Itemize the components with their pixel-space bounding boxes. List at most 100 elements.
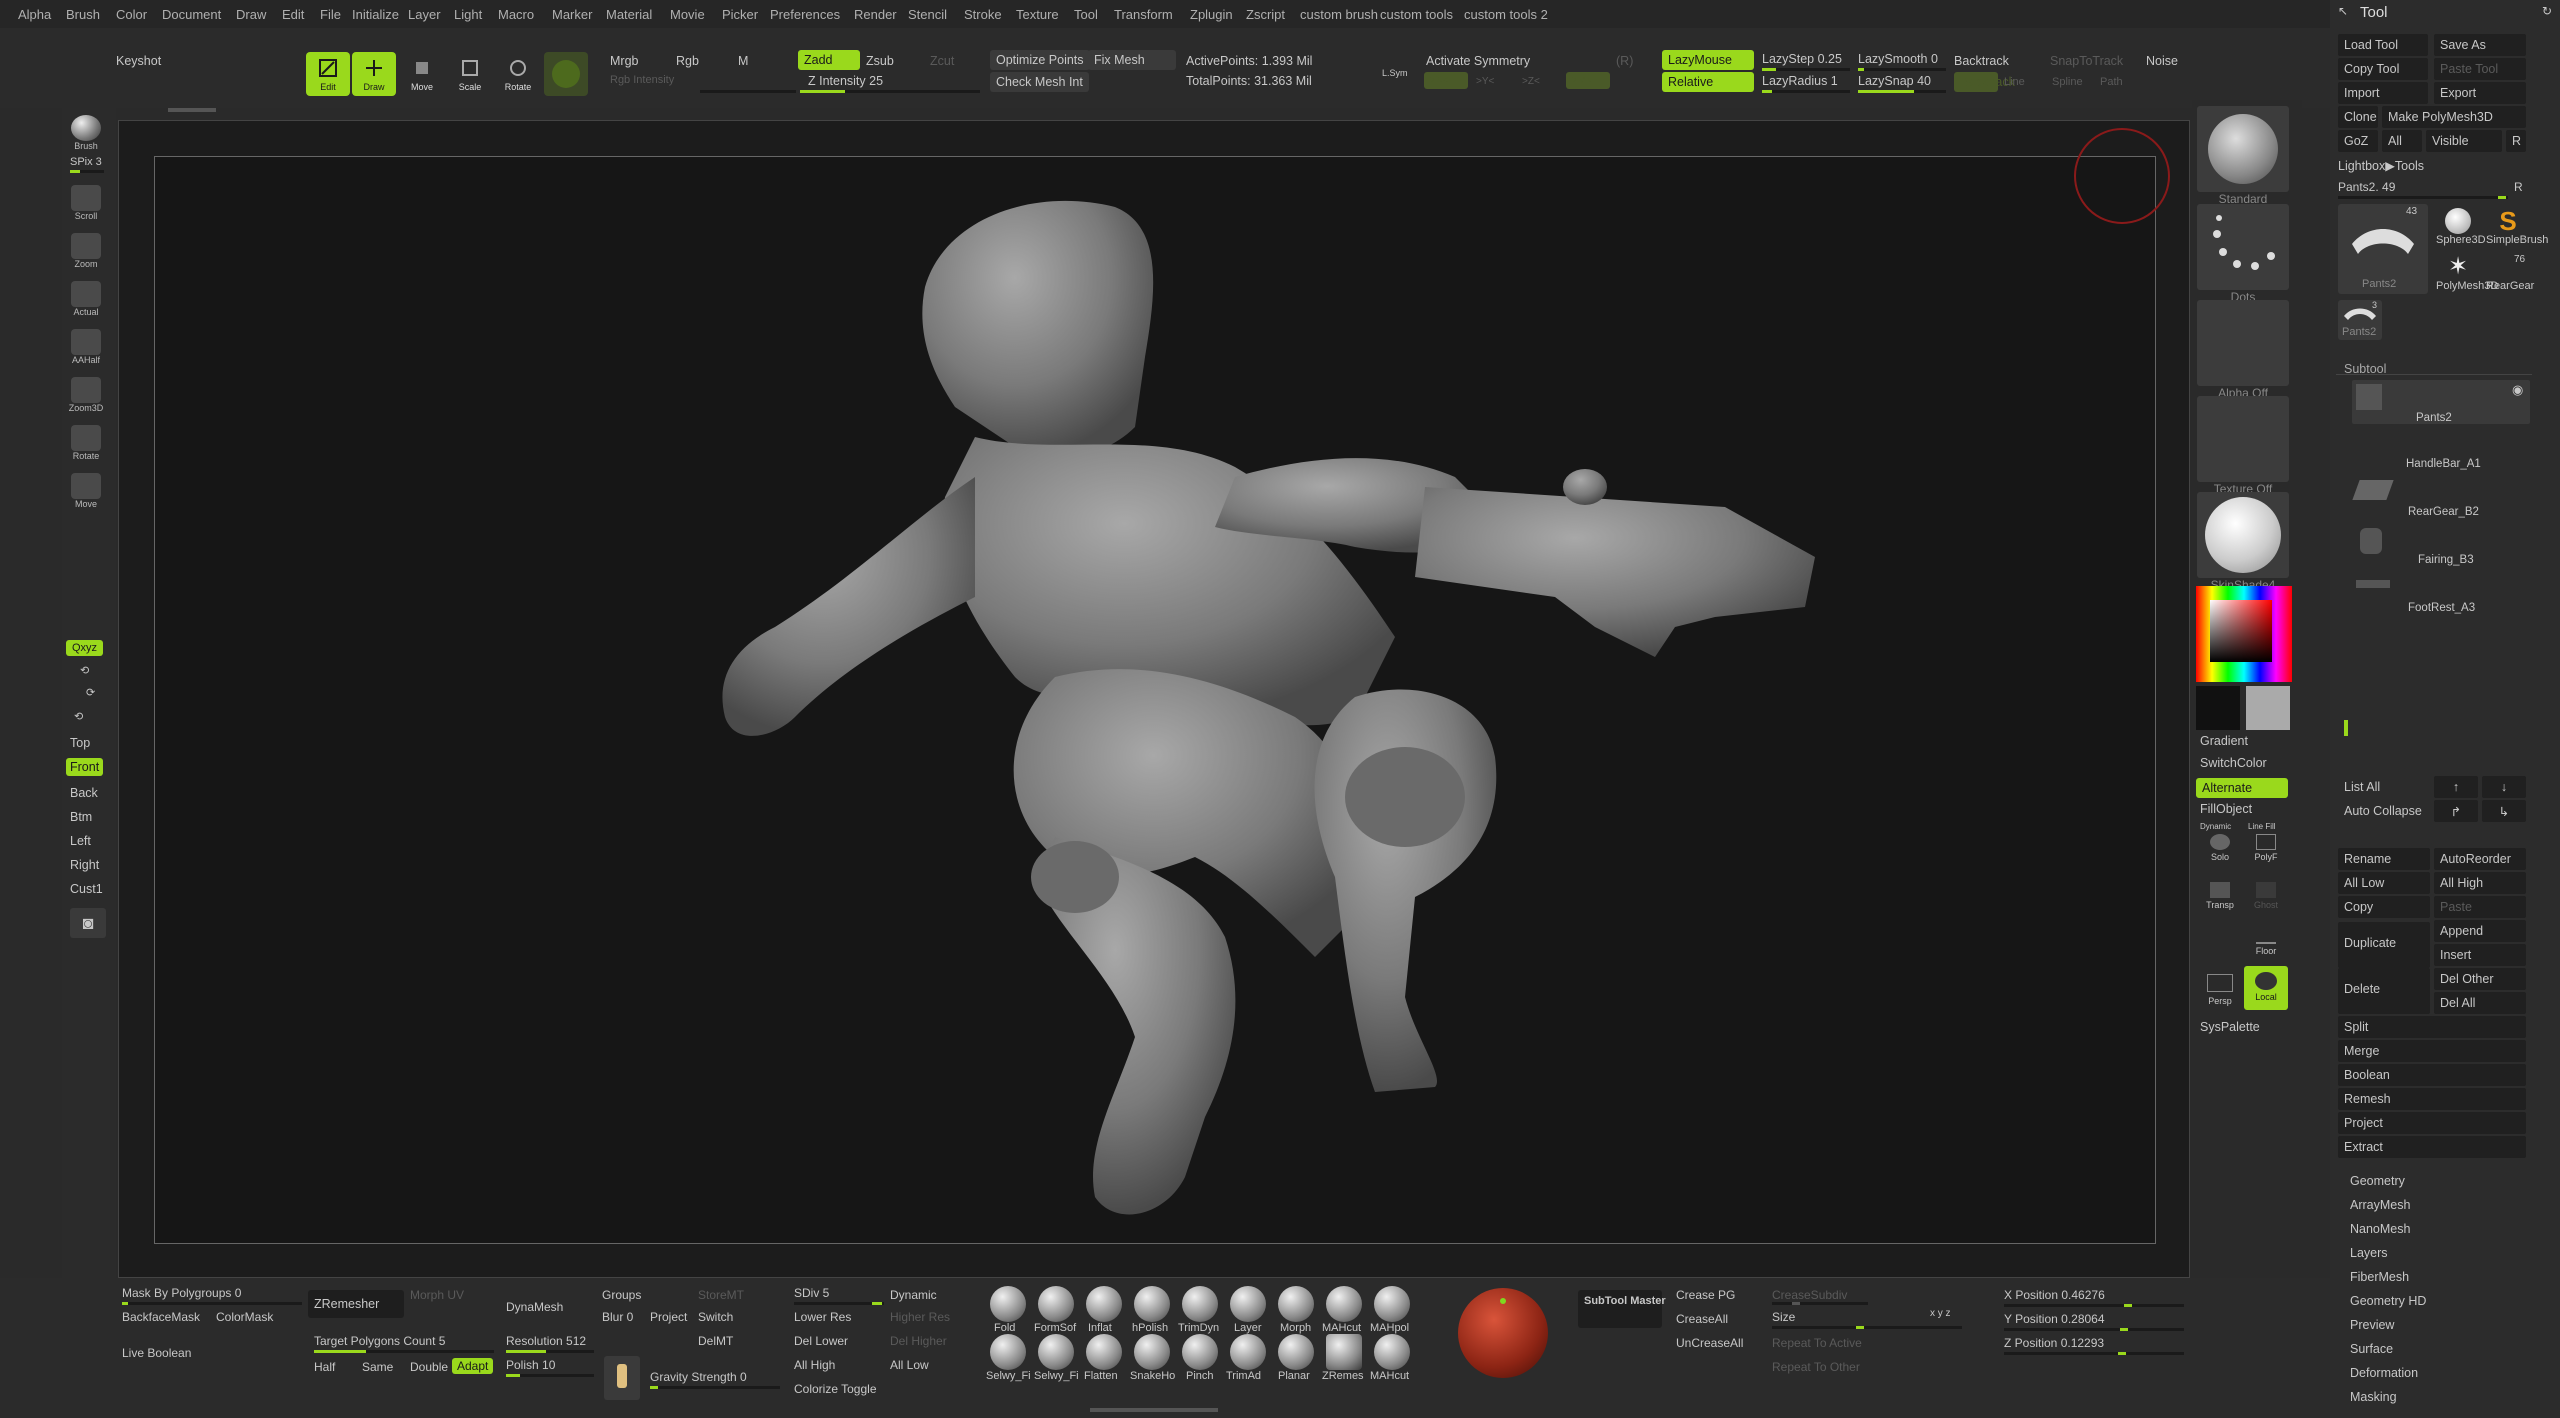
menu-macro[interactable]: Macro bbox=[498, 7, 534, 22]
view-back-button[interactable]: Back bbox=[70, 786, 98, 800]
path-button[interactable]: Path bbox=[2100, 76, 2123, 88]
polish-slider[interactable]: Polish 10 bbox=[506, 1358, 555, 1372]
fold-brush-icon[interactable] bbox=[990, 1286, 1026, 1322]
rgb-intensity-slider[interactable]: Rgb Intensity bbox=[610, 74, 674, 86]
lazysmooth-track[interactable] bbox=[1858, 68, 1946, 71]
menu-tool[interactable]: Tool bbox=[1074, 7, 1098, 22]
move-view-button[interactable]: Move bbox=[66, 470, 106, 512]
lazysnap-slider[interactable]: LazySnap 40 bbox=[1858, 74, 1931, 88]
load-tool-button[interactable]: Load Tool bbox=[2338, 34, 2428, 56]
persp-button[interactable]: Persp bbox=[2200, 970, 2240, 1008]
menu-brush[interactable]: Brush bbox=[66, 7, 100, 22]
creaseall-button[interactable]: CreaseAll bbox=[1676, 1312, 1728, 1326]
x-position-track[interactable] bbox=[2004, 1304, 2184, 1307]
all-high-button[interactable]: All High bbox=[2434, 872, 2526, 894]
storemt-button[interactable]: StoreMT bbox=[698, 1288, 744, 1302]
gravity-brush-icon[interactable] bbox=[604, 1356, 640, 1400]
relative-button[interactable]: Relative bbox=[1662, 72, 1754, 92]
zremesher-brush-icon[interactable] bbox=[1326, 1334, 1362, 1370]
tool-panel-refresh-icon[interactable]: ↻ bbox=[2542, 4, 2552, 18]
gradient-button[interactable]: Gradient bbox=[2200, 734, 2248, 748]
view-right-button[interactable]: Right bbox=[70, 858, 99, 872]
list-all-button[interactable]: List All bbox=[2338, 776, 2430, 798]
spline-button[interactable]: Spline bbox=[2052, 76, 2083, 88]
arraymesh-section[interactable]: ArrayMesh bbox=[2350, 1198, 2410, 1212]
del-higher-button[interactable]: Del Higher bbox=[890, 1334, 947, 1348]
view-cust1-button[interactable]: Cust1 bbox=[70, 882, 103, 896]
gravity-strength-slider[interactable]: Gravity Strength 0 bbox=[650, 1370, 747, 1384]
optimize-points-button[interactable]: Optimize Points bbox=[990, 50, 1090, 70]
switch-button[interactable]: Switch bbox=[698, 1310, 733, 1324]
z-intensity-slider[interactable]: Z Intensity 25 bbox=[808, 74, 883, 88]
menu-custom-brush[interactable]: custom brush bbox=[1300, 7, 1378, 22]
project-section[interactable]: Project bbox=[2338, 1112, 2526, 1134]
target-polygons-track[interactable] bbox=[314, 1350, 494, 1353]
remesh-section[interactable]: Remesh bbox=[2338, 1088, 2526, 1110]
groups-button[interactable]: Groups bbox=[602, 1288, 641, 1302]
spix-track[interactable] bbox=[70, 170, 104, 173]
surface-section[interactable]: Surface bbox=[2350, 1342, 2393, 1356]
morph-uv-button[interactable]: Morph UV bbox=[410, 1288, 464, 1302]
lazysmooth-slider[interactable]: LazySmooth 0 bbox=[1858, 52, 1938, 66]
uncreaseall-button[interactable]: UnCreaseAll bbox=[1676, 1336, 1743, 1350]
brush-selector[interactable]: Brush bbox=[66, 112, 106, 154]
edit-mode-button[interactable]: Edit bbox=[306, 52, 350, 96]
camera-icon[interactable]: ◙ bbox=[70, 908, 106, 938]
formsoft-brush-icon[interactable] bbox=[1038, 1286, 1074, 1322]
m-button[interactable]: M bbox=[738, 54, 748, 68]
syspalette-button[interactable]: SysPalette bbox=[2200, 1020, 2260, 1034]
lazyradius-track[interactable] bbox=[1762, 90, 1850, 93]
zsub-button[interactable]: Zsub bbox=[866, 54, 894, 68]
switchcolor-button[interactable]: SwitchColor bbox=[2200, 756, 2267, 770]
menu-render[interactable]: Render bbox=[854, 7, 897, 22]
color-picker-hue-ring[interactable] bbox=[2196, 586, 2292, 682]
menu-alpha[interactable]: Alpha bbox=[18, 7, 51, 22]
menu-draw[interactable]: Draw bbox=[236, 7, 266, 22]
mask-by-polygroups-slider[interactable]: Mask By Polygroups 0 bbox=[122, 1286, 241, 1300]
planar-brush-icon[interactable] bbox=[1278, 1334, 1314, 1370]
paste-tool-button[interactable]: Paste Tool bbox=[2434, 58, 2526, 80]
merge-section[interactable]: Merge bbox=[2338, 1040, 2526, 1062]
secondary-color-swatch[interactable] bbox=[2196, 686, 2240, 730]
eye-icon[interactable]: ◉ bbox=[2512, 382, 2523, 398]
primary-color-swatch[interactable] bbox=[2246, 686, 2290, 730]
y-position-slider[interactable]: Y Position 0.28064 bbox=[2004, 1312, 2105, 1326]
all-low-sdiv-button[interactable]: All Low bbox=[890, 1358, 929, 1372]
menu-picker[interactable]: Picker bbox=[722, 7, 758, 22]
half-button[interactable]: Half bbox=[314, 1360, 335, 1374]
menu-preferences[interactable]: Preferences bbox=[770, 7, 840, 22]
export-button[interactable]: Export bbox=[2434, 82, 2526, 104]
fix-mesh-button[interactable]: Fix Mesh bbox=[1088, 50, 1176, 70]
sym-z-button[interactable]: >Z< bbox=[1522, 76, 1540, 87]
tool-thumb-reargear[interactable]: 76 RearGear bbox=[2484, 252, 2534, 296]
fibermesh-section[interactable]: FiberMesh bbox=[2350, 1270, 2409, 1284]
blur-slider[interactable]: Blur 0 bbox=[602, 1310, 633, 1324]
lazymouse-button[interactable]: LazyMouse bbox=[1662, 50, 1754, 70]
z-rotation-icon[interactable]: ⟳ bbox=[86, 686, 95, 699]
crease-subdiv-slider[interactable]: CreaseSubdiv bbox=[1772, 1288, 1847, 1302]
mask-by-polygroups-track[interactable] bbox=[122, 1302, 302, 1305]
del-lower-button[interactable]: Del Lower bbox=[794, 1334, 848, 1348]
tool-thumb-polymesh3d[interactable]: ✶ PolyMesh3D bbox=[2434, 252, 2498, 296]
check-mesh-button[interactable]: Check Mesh Int bbox=[990, 72, 1089, 92]
menu-stroke[interactable]: Stroke bbox=[964, 7, 1002, 22]
selwyn-fill-brush-icon[interactable] bbox=[990, 1334, 1026, 1370]
subtool-master-button[interactable]: SubTool Master bbox=[1578, 1290, 1666, 1328]
all-low-button[interactable]: All Low bbox=[2338, 872, 2430, 894]
color-picker-square[interactable] bbox=[2210, 600, 2272, 662]
zoom-button[interactable]: Zoom bbox=[66, 230, 106, 272]
dynamesh-button[interactable]: DynaMesh bbox=[506, 1300, 563, 1314]
lazyradius-slider[interactable]: LazyRadius 1 bbox=[1762, 74, 1838, 88]
red-material-ball-icon[interactable] bbox=[1458, 1288, 1548, 1378]
alternate-button[interactable]: Alternate bbox=[2196, 778, 2288, 798]
hpolish-brush-icon[interactable] bbox=[1134, 1286, 1170, 1322]
rotate-mode-button[interactable]: Rotate bbox=[496, 52, 540, 96]
backtrack-toggle[interactable]: Backtrack bbox=[1954, 72, 2015, 92]
z-intensity-track[interactable] bbox=[800, 90, 980, 93]
project-button[interactable]: Project bbox=[650, 1310, 687, 1324]
x-position-slider[interactable]: X Position 0.46276 bbox=[2004, 1288, 2105, 1302]
stroke-dots-swatch[interactable]: Dots bbox=[2197, 204, 2289, 304]
menu-layer[interactable]: Layer bbox=[408, 7, 441, 22]
menu-texture[interactable]: Texture bbox=[1016, 7, 1059, 22]
autoreorder-button[interactable]: AutoReorder bbox=[2434, 848, 2526, 870]
